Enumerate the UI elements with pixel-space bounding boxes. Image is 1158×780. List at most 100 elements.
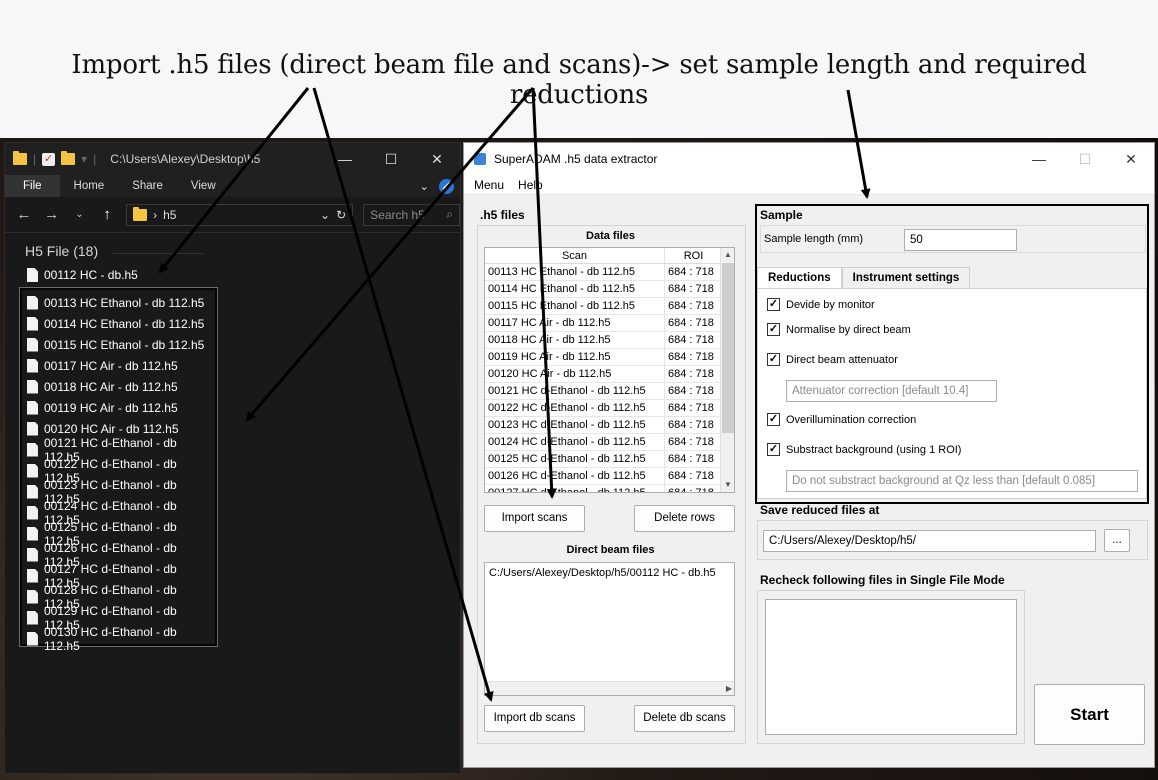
table-row[interactable]: 00124 HC d-Ethanol - db 112.h5 684 : 718 xyxy=(485,434,734,451)
help-icon[interactable] xyxy=(439,178,454,194)
scan-cell[interactable]: 00126 HC d-Ethanol - db 112.h5 xyxy=(485,468,665,484)
up-arrow-icon[interactable]: ↑ xyxy=(98,206,116,223)
delete-db-scans-button[interactable]: Delete db scans xyxy=(634,705,735,732)
overillumination-checkbox[interactable]: ✓ xyxy=(767,413,780,426)
ribbon-tab-file[interactable]: File xyxy=(5,175,60,197)
table-row[interactable]: 00118 HC Air - db 112.h5 684 : 718 xyxy=(485,332,734,349)
table-row[interactable]: 00120 HC Air - db 112.h5 684 : 718 xyxy=(485,366,734,383)
address-dropdown-icon[interactable]: ⌄ xyxy=(320,208,330,222)
roi-cell[interactable]: 684 : 718 xyxy=(665,366,723,382)
table-row[interactable]: 00117 HC Air - db 112.h5 684 : 718 xyxy=(485,315,734,332)
scrollbar-thumb[interactable] xyxy=(722,263,734,433)
browse-button[interactable]: ... xyxy=(1104,529,1130,552)
menu-item-help[interactable]: Help xyxy=(518,178,543,192)
roi-cell[interactable]: 684 : 718 xyxy=(665,400,723,416)
scan-cell[interactable]: 00114 HC Ethanol - db 112.h5 xyxy=(485,281,665,297)
data-files-table[interactable]: Scan ROI 00113 HC Ethanol - db 112.h5 684… xyxy=(484,247,735,493)
direct-beam-list[interactable]: C:/Users/Alexey/Desktop/h5/00112 HC - db… xyxy=(484,562,735,696)
table-row[interactable]: 00114 HC Ethanol - db 112.h5 684 : 718 xyxy=(485,281,734,298)
file-item[interactable]: 00115 HC Ethanol - db 112.h5 xyxy=(22,334,215,355)
roi-cell[interactable]: 684 : 718 xyxy=(665,332,723,348)
import-db-scans-button[interactable]: Import db scans xyxy=(484,705,585,732)
minimize-icon[interactable]: — xyxy=(322,151,368,167)
refresh-icon[interactable]: ↻ xyxy=(336,208,346,222)
close-icon[interactable]: ✕ xyxy=(1108,151,1154,168)
table-row[interactable]: 00123 HC d-Ethanol - db 112.h5 684 : 718 xyxy=(485,417,734,434)
substract-background-row[interactable]: ✓ Substract background (using 1 ROI) xyxy=(767,443,961,456)
substract-background-checkbox[interactable]: ✓ xyxy=(767,443,780,456)
import-scans-button[interactable]: Import scans xyxy=(484,505,585,532)
scan-cell[interactable]: 00124 HC d-Ethanol - db 112.h5 xyxy=(485,434,665,450)
file-item[interactable]: 00113 HC Ethanol - db 112.h5 xyxy=(22,292,215,313)
overillumination-row[interactable]: ✓ Overillumination correction xyxy=(767,413,916,426)
roi-cell[interactable]: 684 : 718 xyxy=(665,264,723,280)
forward-arrow-icon[interactable]: → xyxy=(43,206,61,223)
properties-icon[interactable]: ✓ xyxy=(42,152,56,166)
roi-cell[interactable]: 684 : 718 xyxy=(665,468,723,484)
normalise-direct-beam-row[interactable]: ✓ Normalise by direct beam xyxy=(767,323,911,336)
file-item[interactable]: 00114 HC Ethanol - db 112.h5 xyxy=(22,313,215,334)
close-icon[interactable]: ✕ xyxy=(414,151,460,168)
roi-cell[interactable]: 684 : 718 xyxy=(665,383,723,399)
address-bar[interactable]: › h5 ⌄ ↻ xyxy=(126,203,354,226)
scan-cell[interactable]: 00121 HC d-Ethanol - db 112.h5 xyxy=(485,383,665,399)
file-item[interactable]: 00119 HC Air - db 112.h5 xyxy=(22,397,215,418)
table-row[interactable]: 00115 HC Ethanol - db 112.h5 684 : 718 xyxy=(485,298,734,315)
save-path-input[interactable]: C:/Users/Alexey/Desktop/h5/ xyxy=(763,530,1096,552)
tab-instrument-settings[interactable]: Instrument settings xyxy=(841,267,971,289)
scan-cell[interactable]: 00113 HC Ethanol - db 112.h5 xyxy=(485,264,665,280)
background-qz-input[interactable]: Do not substract background at Qz less t… xyxy=(786,470,1138,492)
attenuator-correction-input[interactable]: Attenuator correction [default 10.4] xyxy=(786,380,997,402)
divide-by-monitor-row[interactable]: ✓ Devide by monitor xyxy=(767,298,875,311)
table-row[interactable]: 00125 HC d-Ethanol - db 112.h5 684 : 718 xyxy=(485,451,734,468)
roi-cell[interactable]: 684 : 718 xyxy=(665,417,723,433)
expand-ribbon-chevron-icon[interactable]: ⌄ xyxy=(419,179,429,193)
horizontal-scrollbar[interactable]: ▶ xyxy=(485,681,734,695)
roi-cell[interactable]: 684 : 718 xyxy=(665,451,723,467)
table-row[interactable]: 00126 HC d-Ethanol - db 112.h5 684 : 718 xyxy=(485,468,734,485)
roi-cell[interactable]: 684 : 718 xyxy=(665,434,723,450)
table-row[interactable]: 00121 HC d-Ethanol - db 112.h5 684 : 718 xyxy=(485,383,734,400)
file-item[interactable]: 00118 HC Air - db 112.h5 xyxy=(22,376,215,397)
roi-cell[interactable]: 684 : 718 xyxy=(665,315,723,331)
divide-by-monitor-checkbox[interactable]: ✓ xyxy=(767,298,780,311)
search-input[interactable]: Search h5 ⌕ xyxy=(363,203,461,226)
file-item-db[interactable]: 00112 HC - db.h5 xyxy=(27,268,138,282)
table-row[interactable]: 00127 HC d-Ethanol - db 112.h5 684 : 718 xyxy=(485,485,734,492)
file-item[interactable]: 00130 HC d-Ethanol - db 112.h5 xyxy=(22,625,215,653)
scan-cell[interactable]: 00125 HC d-Ethanol - db 112.h5 xyxy=(485,451,665,467)
recent-locations-chevron-icon[interactable]: ⌄ xyxy=(71,209,89,220)
scan-cell[interactable]: 00119 HC Air - db 112.h5 xyxy=(485,349,665,365)
direct-beam-attenuator-row[interactable]: ✓ Direct beam attenuator xyxy=(767,353,898,366)
back-arrow-icon[interactable]: ← xyxy=(15,206,33,223)
scroll-down-icon[interactable]: ▼ xyxy=(721,478,734,492)
file-item[interactable]: 00117 HC Air - db 112.h5 xyxy=(22,355,215,376)
scan-cell[interactable]: 00117 HC Air - db 112.h5 xyxy=(485,315,665,331)
scroll-right-icon[interactable]: ▶ xyxy=(726,682,732,695)
column-header-roi[interactable]: ROI xyxy=(665,248,723,263)
roi-cell[interactable]: 684 : 718 xyxy=(665,485,723,492)
scan-cell[interactable]: 00115 HC Ethanol - db 112.h5 xyxy=(485,298,665,314)
roi-cell[interactable]: 684 : 718 xyxy=(665,298,723,314)
maximize-icon[interactable]: ☐ xyxy=(368,151,414,168)
start-button[interactable]: Start xyxy=(1034,684,1145,745)
ribbon-tab-share[interactable]: Share xyxy=(118,175,177,197)
ribbon-tab-view[interactable]: View xyxy=(177,175,230,197)
recheck-list[interactable] xyxy=(765,599,1017,735)
menu-item-menu[interactable]: Menu xyxy=(474,178,504,192)
table-row[interactable]: 00119 HC Air - db 112.h5 684 : 718 xyxy=(485,349,734,366)
list-item[interactable]: C:/Users/Alexey/Desktop/h5/00112 HC - db… xyxy=(485,563,734,583)
ribbon-tab-home[interactable]: Home xyxy=(60,175,119,197)
roi-cell[interactable]: 684 : 718 xyxy=(665,349,723,365)
group-header[interactable]: H5 File (18) xyxy=(25,243,98,259)
table-scrollbar[interactable]: ▲ ▼ xyxy=(720,248,734,492)
minimize-icon[interactable]: — xyxy=(1016,151,1062,167)
new-folder-icon[interactable] xyxy=(61,151,76,165)
roi-cell[interactable]: 684 : 718 xyxy=(665,281,723,297)
table-row[interactable]: 00122 HC d-Ethanol - db 112.h5 684 : 718 xyxy=(485,400,734,417)
delete-rows-button[interactable]: Delete rows xyxy=(634,505,735,532)
sample-length-input[interactable]: 50 xyxy=(904,229,1017,251)
tab-reductions[interactable]: Reductions xyxy=(757,267,842,289)
scan-cell[interactable]: 00120 HC Air - db 112.h5 xyxy=(485,366,665,382)
scan-cell[interactable]: 00123 HC d-Ethanol - db 112.h5 xyxy=(485,417,665,433)
